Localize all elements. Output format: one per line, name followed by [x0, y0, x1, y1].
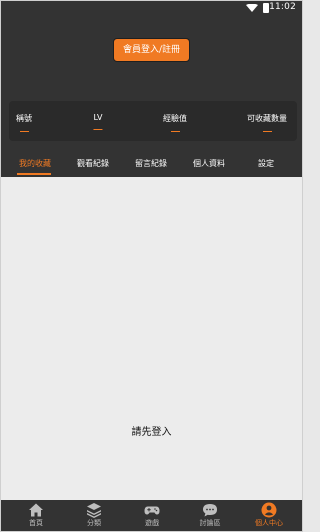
stat-label: LV	[93, 113, 103, 122]
stat-favorites-quota: 可收藏數量	[247, 113, 287, 132]
tab-favorites[interactable]: 我的收藏	[19, 158, 51, 169]
nav-label: 分類	[87, 519, 101, 527]
profile-header: 11:02 會員登入/註冊 稱號 LV 經驗值 可收藏數量 我的收藏 觀看紀錄 …	[1, 1, 302, 177]
nav-games[interactable]: 遊戲	[132, 502, 172, 528]
nav-forum[interactable]: 討論區	[190, 502, 230, 528]
home-icon	[29, 503, 43, 517]
stat-experience: 經驗值	[163, 113, 187, 132]
login-register-button[interactable]: 會員登入/註冊	[113, 38, 190, 62]
tab-comment-history[interactable]: 留言紀錄	[135, 158, 167, 169]
login-prompt: 請先登入	[131, 427, 172, 438]
nav-profile[interactable]: 個人中心	[249, 502, 289, 528]
stat-label: 可收藏數量	[247, 114, 287, 123]
tab-content: 請先登入	[1, 177, 302, 500]
nav-home[interactable]: 首頁	[16, 502, 56, 528]
stat-value-placeholder	[262, 131, 272, 132]
stat-value-placeholder	[93, 129, 103, 130]
nav-label: 討論區	[199, 519, 221, 527]
layers-icon	[87, 503, 101, 518]
wifi-icon	[246, 4, 258, 12]
stat-label: 稱號	[16, 114, 32, 123]
stat-level: LV	[93, 113, 103, 130]
bottom-navigation: 首頁 分類 遊戲 討論區 個人中心	[1, 500, 302, 531]
tab-watch-history[interactable]: 觀看紀錄	[77, 158, 109, 169]
nav-label: 首頁	[29, 519, 43, 527]
nav-label: 個人中心	[255, 519, 283, 527]
stats-card: 稱號 LV 經驗值 可收藏數量	[9, 101, 297, 141]
tab-profile-info[interactable]: 個人資料	[193, 158, 225, 169]
active-tab-indicator	[17, 173, 51, 175]
user-icon	[261, 502, 277, 518]
stat-title: 稱號	[16, 113, 32, 132]
tab-settings[interactable]: 設定	[258, 158, 274, 169]
nav-category[interactable]: 分類	[74, 502, 114, 528]
stat-label: 經驗值	[163, 114, 187, 123]
chat-icon	[203, 504, 217, 517]
stat-value-placeholder	[170, 131, 180, 132]
status-bar: 11:02	[1, 1, 302, 15]
status-time: 11:02	[269, 2, 296, 12]
gamepad-icon	[144, 506, 160, 515]
stat-value-placeholder	[19, 131, 29, 132]
nav-label: 遊戲	[145, 519, 159, 527]
